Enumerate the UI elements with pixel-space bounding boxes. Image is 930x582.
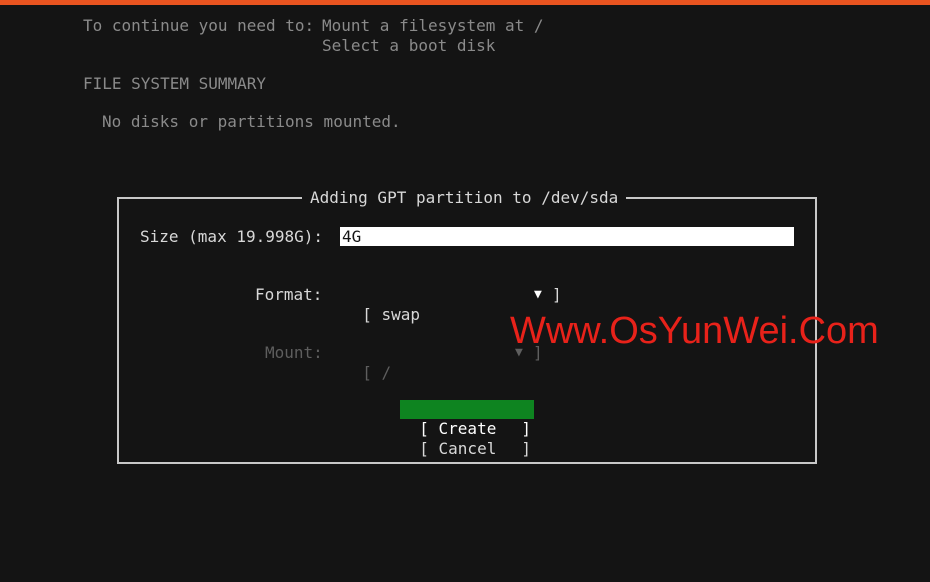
mount-select-value: / — [381, 363, 392, 382]
format-open-bracket: [ — [362, 305, 382, 324]
dialog-title: Adding GPT partition to /dev/sda — [302, 188, 627, 208]
cancel-button-label: Cancel — [438, 439, 497, 458]
cancel-button[interactable]: [ Cancel] — [400, 420, 534, 458]
create-button[interactable]: [ Create] — [400, 400, 534, 438]
cancel-open-bracket: [ — [419, 439, 439, 458]
mount-label: Mount: — [265, 343, 323, 362]
format-select-value: swap — [381, 305, 421, 324]
summary-empty-message: No disks or partitions mounted. — [102, 112, 401, 131]
mount-select[interactable]: [ / — [343, 343, 391, 383]
watermark-text: Www.OsYunWei.Com — [510, 310, 879, 352]
format-close-bracket: ] — [552, 285, 562, 304]
requirement-mount: Mount a filesystem at / — [322, 16, 544, 35]
summary-title: FILE SYSTEM SUMMARY — [83, 74, 267, 93]
size-input[interactable] — [340, 227, 794, 246]
requirement-boot-disk: Select a boot disk — [322, 36, 496, 55]
size-label: Size (max 19.998G): — [140, 227, 324, 246]
format-chevron-down-icon[interactable]: ▼ — [534, 285, 542, 305]
mount-open-bracket: [ — [362, 363, 382, 382]
top-accent-bar — [0, 0, 930, 5]
format-label: Format: — [255, 285, 323, 304]
cancel-close-bracket: ] — [521, 439, 531, 458]
format-select[interactable]: [ swap — [343, 285, 420, 325]
continue-label: To continue you need to: — [83, 16, 315, 35]
